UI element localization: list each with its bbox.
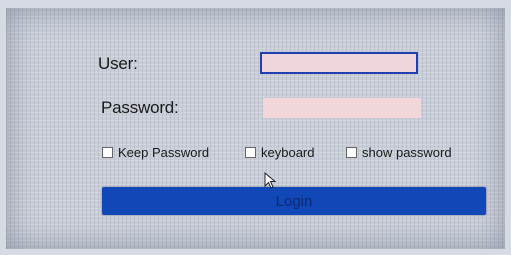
show-password-label: show password: [362, 145, 452, 160]
show-password-option[interactable]: show password: [346, 145, 452, 160]
keep-password-label: Keep Password: [118, 145, 210, 160]
password-label: Password:: [101, 98, 179, 117]
keep-password-option[interactable]: Keep Password: [102, 145, 209, 160]
keyboard-checkbox[interactable]: [245, 147, 256, 158]
user-label: User:: [98, 54, 138, 73]
login-button[interactable]: Login: [102, 187, 486, 215]
mouse-pointer-icon: [264, 172, 277, 189]
login-screen: User: Password: Keep Password keyboard s…: [6, 8, 505, 249]
keep-password-checkbox[interactable]: [102, 147, 113, 158]
show-password-checkbox[interactable]: [346, 147, 357, 158]
password-input[interactable]: [263, 98, 421, 118]
user-input[interactable]: [260, 52, 418, 74]
keyboard-label: keyboard: [261, 145, 315, 160]
keyboard-option[interactable]: keyboard: [245, 145, 314, 160]
